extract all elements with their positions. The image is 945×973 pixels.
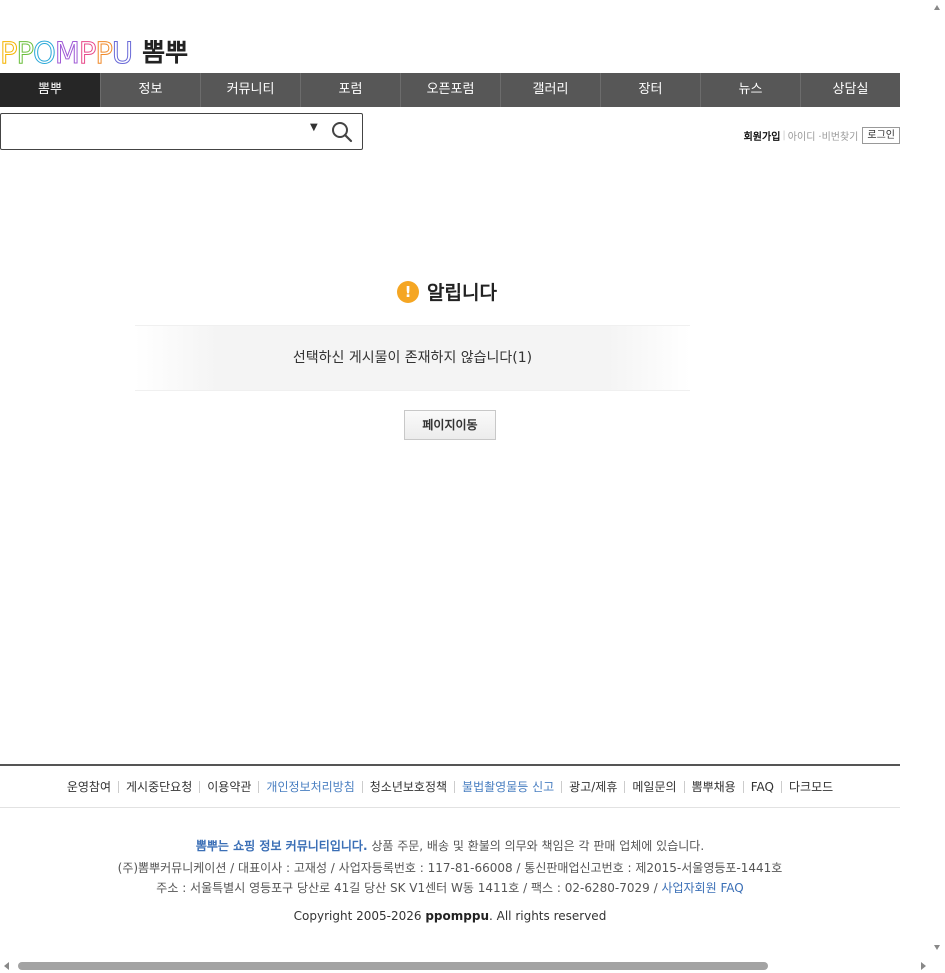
copyright-pre: Copyright 2005-2026 <box>293 909 426 923</box>
copyright: Copyright 2005-2026 ppomppu. All rights … <box>0 905 900 927</box>
footer-link[interactable]: 다크모드 <box>780 780 840 793</box>
notice-title: 알립니다 <box>427 282 497 304</box>
scroll-left-icon[interactable] <box>4 962 9 970</box>
logo-letter: P <box>95 36 113 71</box>
find-id-link[interactable]: 아이디 <box>788 128 816 143</box>
notice-message: 선택하신 게시물이 존재하지 않습니다(1) <box>135 325 690 391</box>
nav-item[interactable]: 뉴스 <box>700 73 800 107</box>
biz-faq-link[interactable]: 사업자회원 FAQ <box>661 881 743 895</box>
logo-letter: M <box>54 36 80 71</box>
footer-link[interactable]: 청소년보호정책 <box>361 780 454 793</box>
address-text: 주소 : 서울특별시 영등포구 당산로 41길 당산 SK V1센터 W동 14… <box>156 881 662 895</box>
nav-item[interactable]: 갤러리 <box>500 73 600 107</box>
footer-link[interactable]: FAQ <box>742 780 781 793</box>
slogan-rest: 상품 주문, 배송 및 환불의 의무와 책임은 각 판매 업체에 있습니다. <box>367 839 705 853</box>
member-menu: 회원가입 | 아이디 ·비번찾기 로그인 <box>744 127 900 144</box>
slogan-strong: 뽐뿌는 쇼핑 정보 커뮤니티입니다. <box>195 839 368 853</box>
footer-nav: 운영참여 게시중단요청 이용약관 개인정보처리방침 청소년보호정책 불법촬영물등 신고 광고… <box>0 764 900 808</box>
nav-item[interactable]: 상담실 <box>800 73 900 107</box>
footer-link[interactable]: 불법촬영물등 신고 <box>454 780 561 793</box>
scroll-down-icon[interactable] <box>934 945 940 950</box>
footer-link[interactable]: 운영참여 <box>60 781 118 793</box>
join-link[interactable]: 회원가입 <box>744 128 781 143</box>
scroll-thumb[interactable] <box>18 962 768 970</box>
find-password-link[interactable]: ·비번찾기 <box>818 128 858 143</box>
search-dropdown-icon[interactable]: ▼ <box>310 122 318 133</box>
footer-link[interactable]: 광고/제휴 <box>561 780 624 793</box>
divider: | <box>782 130 786 141</box>
page-move-button[interactable]: 페이지이동 <box>404 410 496 440</box>
copyright-brand: ppomppu <box>425 909 489 923</box>
scroll-right-icon[interactable] <box>921 962 926 970</box>
logo-letter: U <box>111 36 133 71</box>
copyright-post: . All rights reserved <box>489 909 607 923</box>
search-icon[interactable] <box>331 121 353 143</box>
site-logo[interactable]: PPOMPPU 뽐뿌 <box>0 34 189 71</box>
footer-link[interactable]: 뽐뿌채용 <box>683 780 743 793</box>
horizontal-scrollbar[interactable] <box>0 958 945 973</box>
logo-wordmark: PPOMPPU <box>0 36 134 71</box>
nav-item[interactable]: 커뮤니티 <box>200 73 300 107</box>
nav-item[interactable]: 오픈포럼 <box>400 73 500 107</box>
footer-link[interactable]: 메일문의 <box>624 780 683 793</box>
address-info: 주소 : 서울특별시 영등포구 당산로 41길 당산 SK V1센터 W동 14… <box>0 879 900 897</box>
main-nav: 뽐뿌 정보 커뮤니티 포럼 오픈포럼 갤러리 장터 뉴스 상담실 <box>0 73 900 107</box>
nav-item[interactable]: 장터 <box>600 73 700 107</box>
footer-info: 뽐뿌는 쇼핑 정보 커뮤니티입니다. 상품 주문, 배송 및 환불의 의무와 책… <box>0 835 900 927</box>
nav-item[interactable]: 포럼 <box>300 73 400 107</box>
footer-link[interactable]: 게시중단요청 <box>118 780 199 793</box>
logo-korean: 뽐뿌 <box>142 38 189 67</box>
logo-letter: P <box>0 36 18 71</box>
vertical-scrollbar[interactable] <box>930 0 945 958</box>
alert-icon: ! <box>397 280 419 303</box>
nav-item[interactable]: 뽐뿌 <box>0 73 100 107</box>
footer-link[interactable]: 이용약관 <box>199 780 258 793</box>
footer-slogan: 뽐뿌는 쇼핑 정보 커뮤니티입니다. 상품 주문, 배송 및 환불의 의무와 책… <box>0 835 900 857</box>
nav-item[interactable]: 정보 <box>100 73 200 107</box>
search-input[interactable] <box>5 116 304 148</box>
logo-letter: P <box>16 36 34 71</box>
logo-letter: O <box>33 36 57 71</box>
scroll-up-icon[interactable] <box>934 5 940 10</box>
footer-link[interactable]: 개인정보처리방침 <box>258 780 361 793</box>
notice-heading: ! 알립니다 <box>397 278 497 305</box>
search-box: ▼ <box>0 113 363 150</box>
logo-letter: P <box>78 36 96 71</box>
login-button[interactable]: 로그인 <box>862 127 900 144</box>
company-info: (주)뽐뿌커뮤니케이션 / 대표이사 : 고재성 / 사업자등록번호 : 117… <box>117 861 783 875</box>
